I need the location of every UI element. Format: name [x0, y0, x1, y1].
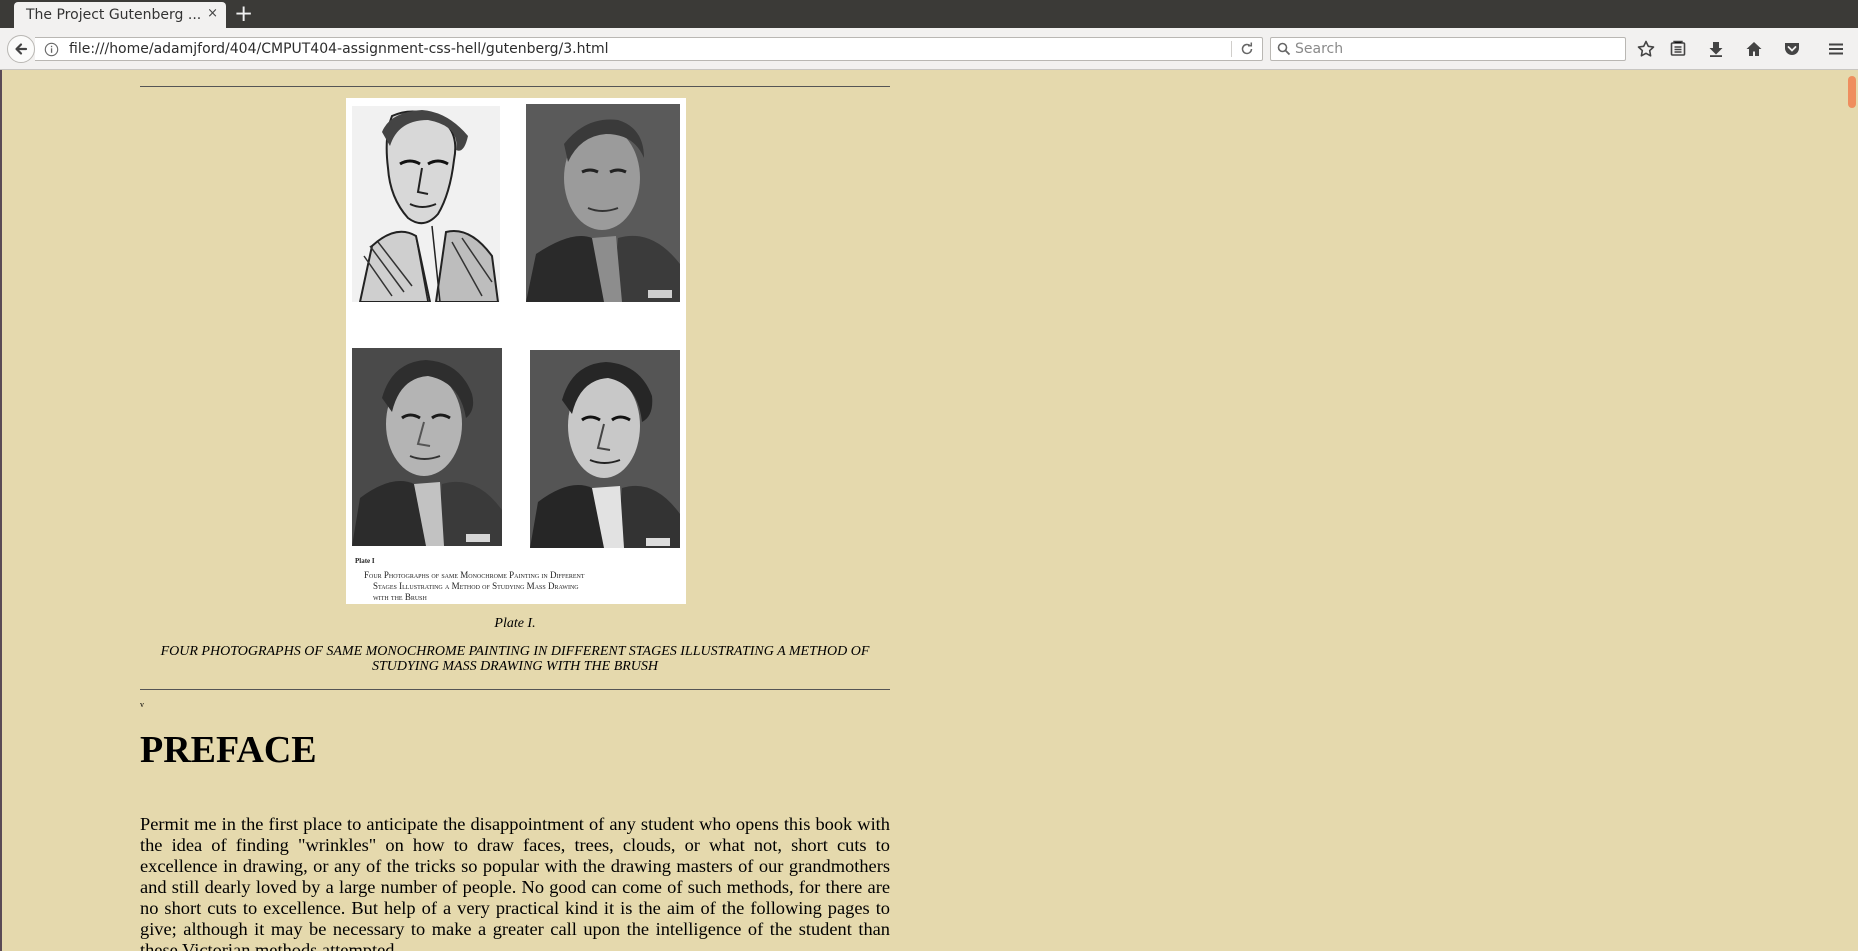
search-input[interactable]: Search	[1295, 41, 1343, 57]
back-button[interactable]	[7, 35, 35, 63]
search-bar[interactable]: Search	[1270, 37, 1626, 61]
plate-caption: Four Photographs of same Monochrome Pain…	[364, 570, 682, 603]
new-tab-button[interactable]: +	[234, 1, 253, 27]
close-tab-icon[interactable]: ×	[207, 6, 218, 21]
url-bar[interactable]: file:///home/adamjford/404/CMPUT404-assi…	[35, 37, 1263, 61]
tab-strip: The Project Gutenberg ... × +	[0, 0, 1858, 29]
plate-photo-sketch	[352, 106, 500, 302]
top-divider	[140, 86, 890, 87]
bookmark-star-icon[interactable]	[1636, 39, 1656, 59]
plate-image: Plate I Four Photographs of same Monochr…	[346, 98, 686, 604]
plate-title: Plate I.	[494, 616, 536, 631]
reading-list-icon[interactable]	[1668, 39, 1688, 59]
downloads-icon[interactable]	[1706, 39, 1726, 59]
url-text[interactable]: file:///home/adamjford/404/CMPUT404-assi…	[69, 41, 608, 57]
plate-caption-line: Stages Illustrating a Method of Studying…	[373, 581, 579, 591]
preface-paragraph: Permit me in the first place to anticipa…	[140, 814, 890, 951]
page-viewport: Plate I Four Photographs of same Monochr…	[0, 70, 1844, 951]
menu-icon[interactable]	[1826, 39, 1846, 59]
home-icon[interactable]	[1744, 39, 1764, 59]
navigation-toolbar: file:///home/adamjford/404/CMPUT404-assi…	[0, 28, 1858, 70]
browser-tab[interactable]: The Project Gutenberg ... ×	[14, 2, 226, 29]
tab-title: The Project Gutenberg ...	[26, 7, 202, 23]
url-separator	[1231, 41, 1232, 57]
vertical-scrollbar[interactable]	[1844, 70, 1858, 951]
bottom-divider	[140, 689, 890, 690]
search-icon	[1277, 42, 1291, 56]
plate-photo-stage-two	[526, 104, 680, 302]
plate-caption-line: Four Photographs of same Monochrome Pain…	[364, 570, 585, 580]
plate-label: Plate I	[355, 557, 375, 565]
back-icon	[15, 43, 28, 55]
plate-photo-stage-three	[352, 348, 502, 546]
info-icon[interactable]	[44, 42, 59, 57]
page-number: v	[140, 700, 144, 709]
preface-heading: PREFACE	[140, 729, 317, 771]
plate-description: FOUR PHOTOGRAPHS OF SAME MONOCHROME PAIN…	[160, 644, 870, 674]
plate-photo-final	[530, 350, 680, 548]
pocket-icon[interactable]	[1782, 39, 1802, 59]
reload-icon[interactable]	[1240, 42, 1254, 56]
plate-caption-line: with the Brush	[373, 592, 427, 602]
scrollbar-thumb[interactable]	[1848, 76, 1856, 108]
